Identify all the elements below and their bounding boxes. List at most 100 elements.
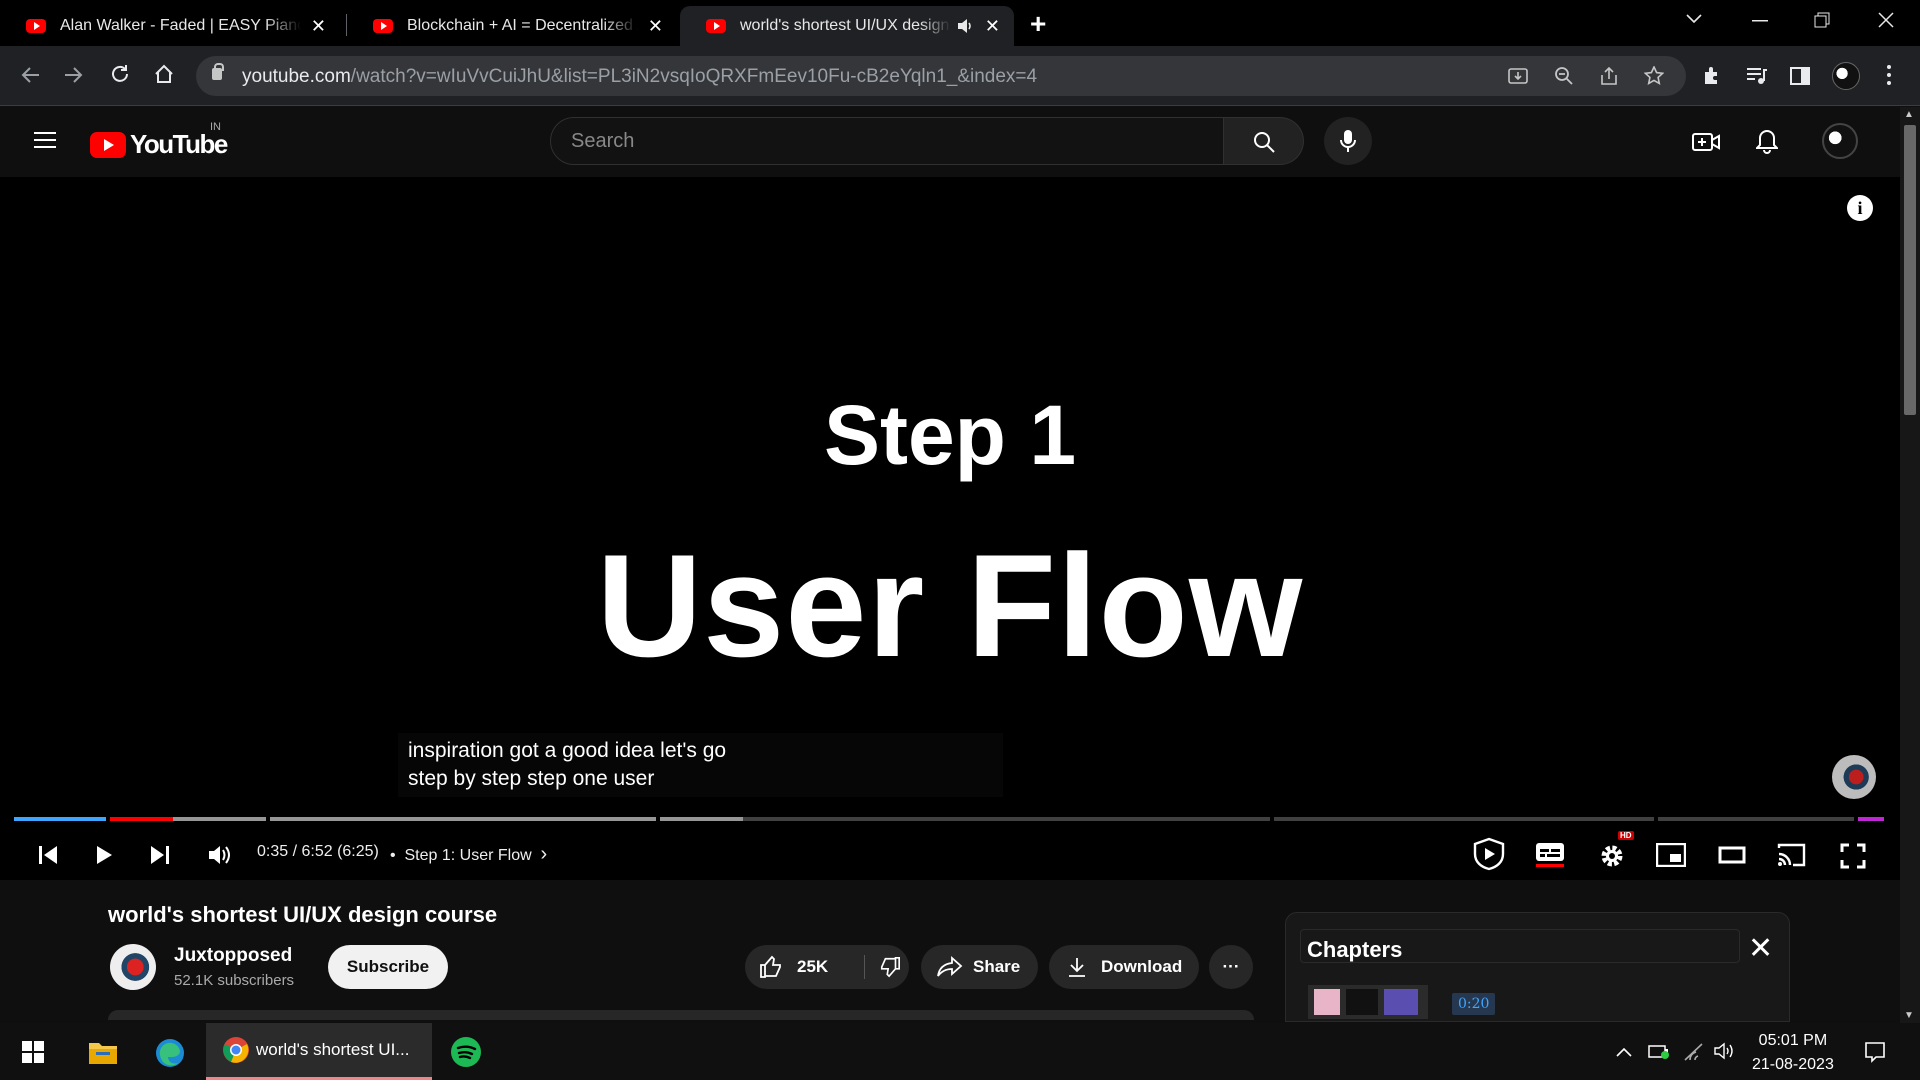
scrollbar-thumb[interactable] xyxy=(1904,125,1916,415)
video-step-label: Step 1 xyxy=(823,388,1077,482)
extension-shield-play-icon[interactable] xyxy=(1472,837,1506,871)
chapters-panel: Chapters ✕ 0:20 xyxy=(1285,912,1790,1022)
tab-close-icon[interactable]: ✕ xyxy=(985,16,1000,37)
speaker-volume-icon[interactable] xyxy=(1714,1042,1736,1060)
share-button[interactable]: Share xyxy=(921,945,1038,989)
clock-date: 21-08-2023 xyxy=(1752,1056,1834,1073)
wifi-icon[interactable] xyxy=(1684,1043,1704,1061)
like-count: 25K xyxy=(797,957,829,976)
previous-icon[interactable] xyxy=(38,845,58,865)
download-button[interactable]: Download xyxy=(1049,945,1199,989)
close-window-icon[interactable] xyxy=(1878,12,1894,28)
install-app-icon[interactable] xyxy=(1508,66,1528,86)
spotify-icon[interactable] xyxy=(450,1036,482,1068)
description-box[interactable] xyxy=(108,1010,1254,1020)
bookmark-star-icon[interactable] xyxy=(1644,66,1664,86)
more-actions-button[interactable]: ··· xyxy=(1209,945,1253,989)
chapter-divider xyxy=(656,817,660,821)
subscribe-button[interactable]: Subscribe xyxy=(328,945,448,989)
zoom-icon[interactable] xyxy=(1554,66,1574,86)
battery-charging-icon[interactable] xyxy=(1648,1043,1670,1059)
chapter-title-button[interactable]: • Step 1: User Flow › xyxy=(390,843,547,866)
forward-icon[interactable] xyxy=(64,66,84,84)
close-chapters-icon[interactable]: ✕ xyxy=(1748,931,1773,966)
subscriber-count: 52.1K subscribers xyxy=(174,972,295,989)
scroll-down-icon[interactable]: ▼ xyxy=(1904,1010,1914,1021)
tab-blockchain-ai[interactable]: Blockchain + AI = Decentralized A ✕ xyxy=(347,6,677,46)
channel-name[interactable]: Juxtopposed xyxy=(174,945,292,967)
play-icon[interactable] xyxy=(94,845,114,865)
chapter-timestamp[interactable]: 0:20 xyxy=(1452,993,1496,1015)
restore-icon[interactable] xyxy=(1814,12,1830,28)
video-player[interactable]: Step 1 User Flow inspiration got a good … xyxy=(0,177,1900,880)
notifications-bell-icon[interactable] xyxy=(1756,129,1778,155)
progress-bar[interactable] xyxy=(14,817,1884,821)
youtube-favicon-icon xyxy=(373,19,393,33)
new-tab-button[interactable]: + xyxy=(1030,8,1046,40)
channel-avatar[interactable] xyxy=(110,944,156,990)
dislike-button[interactable] xyxy=(863,956,901,978)
extensions-icon[interactable] xyxy=(1702,66,1722,86)
clock-time: 05:01 PM xyxy=(1758,1032,1828,1049)
theater-mode-icon[interactable] xyxy=(1718,845,1746,865)
search-input[interactable] xyxy=(571,130,1171,153)
side-panel-icon[interactable] xyxy=(1790,66,1810,86)
fullscreen-icon[interactable] xyxy=(1840,843,1866,869)
browser-toolbar: youtube.com/watch?v=wIuVvCuiJhU&list=PL3… xyxy=(0,46,1920,106)
tab-title: Alan Walker - Faded | EASY Piano xyxy=(60,17,301,34)
youtube-wordmark: YouTube xyxy=(130,129,228,159)
system-clock[interactable]: 05:01 PM 21-08-2023 xyxy=(1752,1029,1834,1077)
volume-icon[interactable] xyxy=(208,844,232,866)
like-button[interactable]: 25K xyxy=(745,955,863,979)
tray-overflow-chevron-icon[interactable] xyxy=(1616,1047,1632,1057)
address-bar[interactable]: youtube.com/watch?v=wIuVvCuiJhU&list=PL3… xyxy=(196,56,1686,96)
reload-icon[interactable] xyxy=(110,64,130,84)
youtube-logo[interactable]: YouTube IN xyxy=(90,121,228,160)
edge-browser-icon[interactable] xyxy=(154,1037,186,1069)
subtitles-icon[interactable] xyxy=(1534,841,1566,867)
thumbs-down-icon xyxy=(880,957,900,978)
minimize-icon[interactable] xyxy=(1752,20,1768,22)
chapter-divider xyxy=(266,817,270,821)
cast-icon[interactable] xyxy=(1776,842,1806,868)
tab-ui-ux-course[interactable]: world's shortest UI/UX design ✕ xyxy=(680,6,1014,46)
settings-gear-icon[interactable] xyxy=(1598,842,1626,870)
search-box[interactable] xyxy=(550,117,1224,165)
voice-search-button[interactable] xyxy=(1324,117,1372,165)
url-path: /watch?v=wIuVvCuiJhU&list=PL3iN2vsqIoQRX… xyxy=(350,66,1038,87)
chrome-icon xyxy=(223,1037,249,1063)
notification-center-icon[interactable] xyxy=(1864,1041,1886,1063)
url-text[interactable]: youtube.com/watch?v=wIuVvCuiJhU&list=PL3… xyxy=(242,66,1037,88)
tab-audio-playing-icon[interactable] xyxy=(957,18,975,34)
lock-icon[interactable] xyxy=(212,63,224,80)
taskbar-chrome-window[interactable]: world's shortest UI... xyxy=(206,1023,432,1080)
caption-line: inspiration got a good idea let's go xyxy=(408,739,727,762)
menu-icon[interactable] xyxy=(34,132,56,148)
tab-close-icon[interactable]: ✕ xyxy=(648,16,663,37)
home-icon[interactable] xyxy=(154,64,174,84)
like-divider xyxy=(864,955,865,979)
tab-close-icon[interactable]: ✕ xyxy=(311,16,326,37)
file-explorer-icon[interactable] xyxy=(88,1039,118,1065)
tab-search-chevron-icon[interactable] xyxy=(1686,14,1702,24)
browser-menu-icon[interactable] xyxy=(1886,64,1892,86)
profile-avatar[interactable] xyxy=(1832,62,1860,90)
youtube-play-logo-icon xyxy=(90,131,126,158)
scroll-up-icon[interactable]: ▲ xyxy=(1904,109,1914,120)
account-avatar[interactable] xyxy=(1822,123,1858,159)
chapter-thumbnail[interactable] xyxy=(1308,985,1428,1019)
create-video-icon[interactable] xyxy=(1692,131,1720,153)
back-icon[interactable] xyxy=(20,66,40,84)
info-icon[interactable]: i xyxy=(1847,195,1873,221)
tab-alan-walker[interactable]: Alan Walker - Faded | EASY Piano ✕ xyxy=(0,6,340,46)
channel-watermark[interactable] xyxy=(1832,755,1876,799)
search-button[interactable] xyxy=(1224,117,1304,165)
windows-start-icon[interactable] xyxy=(22,1041,44,1063)
share-page-icon[interactable] xyxy=(1599,66,1619,86)
miniplayer-icon[interactable] xyxy=(1656,843,1686,867)
windows-taskbar: world's shortest UI... 05:01 PM 21-08-20… xyxy=(0,1023,1920,1080)
thumbnail-image xyxy=(1346,989,1378,1015)
next-icon[interactable] xyxy=(150,845,170,865)
media-control-icon[interactable] xyxy=(1746,66,1768,86)
page-scrollbar[interactable]: ▲ ▼ xyxy=(1900,107,1920,1023)
